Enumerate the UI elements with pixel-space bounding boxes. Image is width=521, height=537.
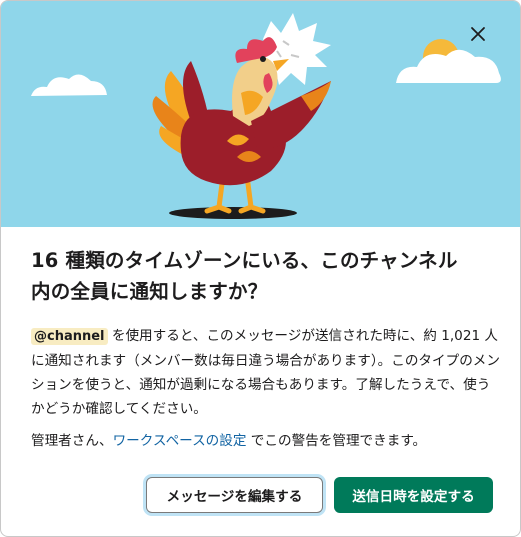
admin-note-prefix: 管理者さん、 [31,433,113,449]
admin-note-suffix: でこの警告を管理できます。 [246,433,427,449]
schedule-send-button[interactable]: 送信日時を設定する [334,477,493,513]
close-icon [471,27,485,41]
close-button[interactable] [470,26,496,52]
notify-channel-dialog: 16 種類のタイムゾーンにいる、このチャンネル内の全員に通知しますか？ @cha… [0,0,521,537]
hero-banner [1,1,520,227]
dialog-body: @channel を使用すると、このメッセージが送信された時に、約 1,021 … [31,324,501,421]
channel-mention-tag: @channel [31,328,108,345]
admin-note: 管理者さん、ワークスペースの設定 でこの警告を管理できます。 [31,429,501,453]
rooster-illustration [31,13,501,219]
edit-message-button[interactable]: メッセージを編集する [146,477,323,513]
workspace-settings-link[interactable]: ワークスペースの設定 [113,433,247,449]
dialog-title: 16 種類のタイムゾーンにいる、このチャンネル内の全員に通知しますか？ [31,249,458,303]
